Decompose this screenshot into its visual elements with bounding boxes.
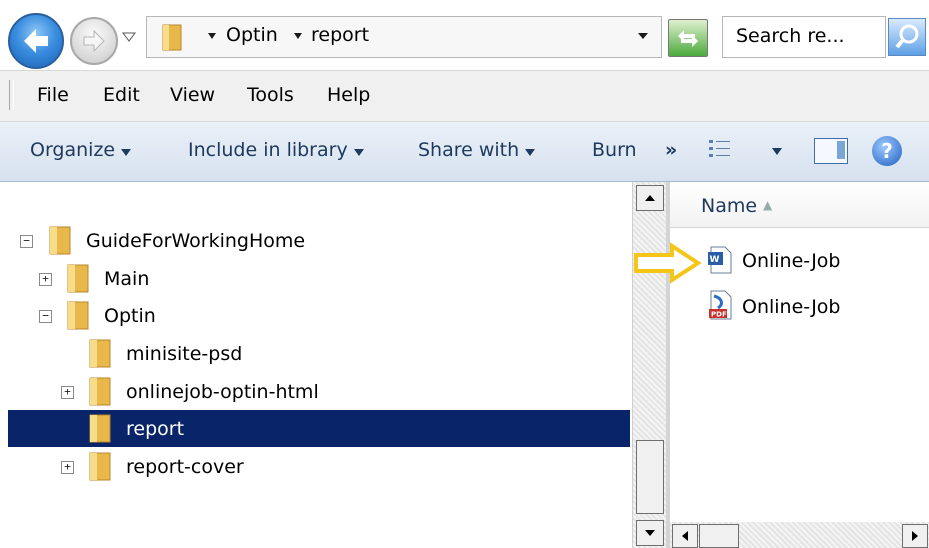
file-name: Online-Job [742,250,841,272]
refresh-icon [678,30,698,47]
menu-grip [9,80,14,110]
arrow-right-icon [912,531,918,541]
tree-label: report-cover [126,456,244,478]
tree-label: minisite-psd [126,343,243,365]
tree-label: report [126,418,185,440]
organize-label: Organize [30,139,116,161]
include-in-library-button[interactable]: Include in library [188,139,364,161]
file-list-pane [670,182,929,548]
include-in-library-label: Include in library [188,139,348,161]
scroll-down-button[interactable] [636,520,664,546]
file-row[interactable]: PDF Online-Job [706,288,906,322]
tree-item-guideforworkinghome[interactable]: − GuideForWorkingHome [0,224,630,258]
yellow-arrow-icon [634,242,702,284]
expand-icon[interactable]: + [61,461,74,474]
folder-icon [162,24,182,51]
file-name: Online-Job [742,296,841,318]
tree-item-report-cover[interactable]: + report-cover [0,450,630,484]
chevron-down-icon [121,149,132,156]
breadcrumb-separator-icon[interactable] [207,31,217,41]
forward-button[interactable] [70,17,118,65]
folder-icon [89,414,111,443]
tree-item-optin[interactable]: − Optin [0,299,630,333]
burn-button[interactable]: Burn [592,139,637,161]
expand-icon[interactable]: + [61,386,74,399]
tree-item-onlinejob-optin-html[interactable]: + onlinejob-optin-html [0,375,630,409]
tree-label: GuideForWorkingHome [86,230,306,252]
svg-text:PDF: PDF [711,311,727,319]
tree-item-report[interactable]: report [0,412,630,446]
breadcrumb-report[interactable]: report [311,24,369,46]
word-document-icon: W [708,246,732,274]
search-button[interactable] [888,18,926,56]
folder-icon [89,339,111,368]
menu-view[interactable]: View [170,84,215,106]
change-view-icon[interactable] [708,138,734,160]
arrow-left-icon [682,531,688,541]
address-box[interactable] [146,16,662,58]
arrow-down-icon [645,530,655,536]
menu-file[interactable]: File [37,84,69,106]
menu-tools[interactable]: Tools [247,84,294,106]
tree-label: onlinejob-optin-html [126,381,319,403]
scroll-left-button[interactable] [672,524,698,548]
view-options-chevron-down-icon[interactable] [772,148,782,155]
expand-icon[interactable]: + [39,273,52,286]
collapse-icon[interactable]: − [20,235,33,248]
more-commands-button[interactable]: » [665,139,677,161]
folder-icon [67,301,89,330]
folder-icon [67,264,89,293]
forward-arrow-icon [83,29,105,53]
search-placeholder: Search re... [736,25,845,47]
tree-item-main[interactable]: + Main [0,262,630,296]
preview-pane-icon[interactable] [814,138,848,164]
breadcrumb-separator-icon[interactable] [293,31,303,41]
tree-label: Main [104,268,150,290]
menu-help[interactable]: Help [327,84,370,106]
folder-icon [89,377,111,406]
refresh-button[interactable] [668,19,708,57]
menu-edit[interactable]: Edit [103,84,140,106]
share-with-button[interactable]: Share with [418,139,536,161]
pdf-document-icon: PDF [709,290,732,320]
scrollbar-thumb[interactable] [636,440,664,514]
scroll-up-button[interactable] [636,185,664,211]
tree-item-minisite-psd[interactable]: minisite-psd [0,337,630,371]
chevron-down-icon [353,149,364,156]
column-header-name[interactable]: Name [701,195,757,217]
file-row[interactable]: W Online-Job [706,244,906,278]
folder-icon [49,226,71,255]
address-dropdown-chevron-down-icon[interactable] [637,31,649,41]
sort-ascending-icon: ▲ [763,198,773,212]
breadcrumb-optin[interactable]: Optin [226,24,278,46]
search-icon [895,24,919,49]
horizontal-scrollbar-thumb[interactable] [699,524,739,548]
back-arrow-icon [24,29,48,53]
organize-button[interactable]: Organize [30,139,132,161]
chevron-down-icon [525,149,536,156]
back-button[interactable] [8,13,64,69]
tree-label: Optin [104,305,156,327]
share-with-label: Share with [418,139,520,161]
arrow-up-icon [645,195,655,201]
collapse-icon[interactable]: − [39,310,52,323]
svg-text:W: W [710,255,720,265]
help-icon[interactable]: ? [872,136,902,166]
scroll-right-button[interactable] [902,524,928,548]
folder-icon [89,452,111,481]
recent-pages-chevron-down-icon[interactable] [122,31,136,43]
